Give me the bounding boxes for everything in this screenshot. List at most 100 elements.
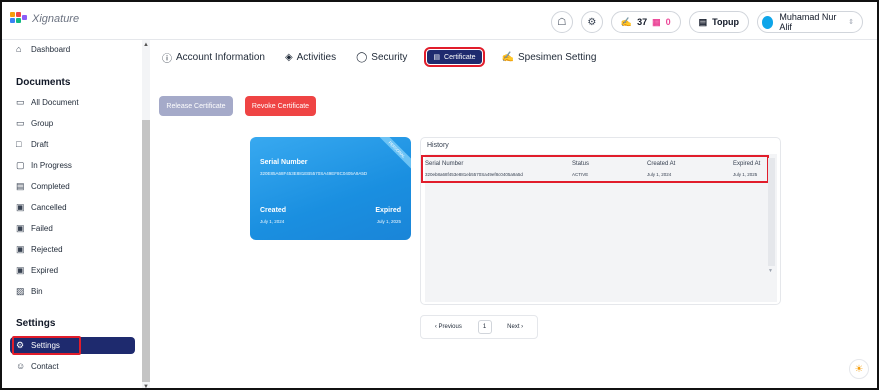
history-title: History xyxy=(427,142,449,149)
user-menu[interactable]: Muhamad Nur Alif ⇕ xyxy=(757,11,863,33)
documents-heading: Documents xyxy=(16,77,71,88)
rejected-icon: ▣ xyxy=(16,244,25,254)
stamp-count: 0 xyxy=(665,17,671,27)
shield-icon: ◯ xyxy=(356,51,368,63)
chevron-updown-icon: ⇕ xyxy=(848,19,854,26)
sidebar-item-completed[interactable]: ▤ Completed xyxy=(16,181,70,192)
sidebar-item-label: Rejected xyxy=(31,245,63,254)
scrollbar-thumb[interactable] xyxy=(768,158,775,266)
sidebar-item-label: Completed xyxy=(31,182,70,191)
document-icon: ▭ xyxy=(16,97,25,107)
bell-icon[interactable]: ☖ xyxy=(550,11,573,33)
sidebar-item-cancelled[interactable]: ▣ Cancelled xyxy=(16,202,67,213)
sidebar-item-contact[interactable]: ☺ Contact xyxy=(16,362,59,372)
tab-specimen-setting[interactable]: ✍ Spesimen Setting xyxy=(502,52,597,63)
created-label: Created xyxy=(260,207,287,214)
signature-icon: ✍ xyxy=(620,16,633,27)
page-number-button[interactable]: 1 xyxy=(477,320,492,334)
tab-security[interactable]: ◯ Security xyxy=(356,52,407,63)
failed-icon: ▣ xyxy=(16,223,25,233)
sidebar-item-failed[interactable]: ▣ Failed xyxy=(16,223,53,234)
created-value: July 1, 2024 xyxy=(260,219,285,224)
revoke-certificate-button[interactable]: Revoke Certificate xyxy=(245,96,316,116)
next-label: Next xyxy=(507,324,520,330)
gear-icon[interactable]: ⚙ xyxy=(580,11,603,33)
certificate-card: PERSONAL Serial Number 320E85A68F453E881… xyxy=(250,137,411,240)
home-icon: ⌂ xyxy=(16,44,22,54)
avatar xyxy=(762,15,774,29)
tab-account-information[interactable]: ⓘ Account Information xyxy=(162,50,265,65)
wallet-icon: ▤ xyxy=(698,16,708,27)
sidebar-item-bin[interactable]: ▨ Bin xyxy=(16,286,43,297)
progress-icon: ▢ xyxy=(16,160,25,170)
sidebar-item-group[interactable]: ▭ Group xyxy=(16,118,54,129)
quota-pill[interactable]: ✍ 37 ▦ 0 xyxy=(610,11,681,33)
highlight-box xyxy=(421,155,769,183)
folder-icon: ▭ xyxy=(16,118,25,128)
topup-button[interactable]: ▤ Topup xyxy=(688,11,749,33)
previous-label: Previous xyxy=(438,324,462,330)
sidebar-item-dashboard[interactable]: ⌂ Dashboard xyxy=(16,44,71,55)
release-certificate-button[interactable]: Release Certificate xyxy=(159,96,233,116)
app-frame: Xignature ☖ ⚙ ✍ 37 ▦ 0 ▤ Topup Muhamad N… xyxy=(0,0,879,390)
completed-icon: ▤ xyxy=(16,181,25,191)
settings-tabs: ⓘ Account Information ◈ Activities ◯ Sec… xyxy=(162,46,596,68)
info-icon: ⓘ xyxy=(162,53,172,65)
tab-label: Spesimen Setting xyxy=(518,51,597,63)
settings-heading: Settings xyxy=(16,318,56,329)
sidebar-item-in-progress[interactable]: ▢ In Progress xyxy=(16,160,72,171)
sidebar-item-label: Settings xyxy=(31,341,60,350)
stamp-icon: ▦ xyxy=(652,16,661,27)
sign-count: 37 xyxy=(637,17,648,27)
tab-certificate[interactable]: ▤ Certificate xyxy=(424,47,485,67)
user-name: Muhamad Nur Alif xyxy=(779,12,837,32)
tab-label: Security xyxy=(371,51,408,63)
expired-value: July 1, 2025 xyxy=(376,219,401,224)
sidebar-item-rejected[interactable]: ▣ Rejected xyxy=(16,244,63,255)
sidebar-item-label: Cancelled xyxy=(31,203,67,212)
previous-page-button[interactable]: ‹ Previous xyxy=(435,324,462,330)
personal-ribbon: PERSONAL xyxy=(373,137,411,174)
theme-toggle-sun-icon[interactable]: ☀ xyxy=(849,359,869,379)
next-page-button[interactable]: Next › xyxy=(507,324,523,330)
sidebar-item-label: Dashboard xyxy=(31,45,71,54)
sidebar-item-label: Contact xyxy=(31,362,59,371)
signature-icon: ✍ xyxy=(501,51,515,63)
sidebar-item-label: Failed xyxy=(31,224,53,233)
sidebar-item-label: All Document xyxy=(31,98,79,107)
cancelled-icon: ▣ xyxy=(16,202,25,212)
activity-icon: ◈ xyxy=(284,51,293,63)
sidebar-item-label: Group xyxy=(31,119,54,128)
scroll-up-icon[interactable]: ▲ xyxy=(143,42,149,48)
sidebar-item-label: Expired xyxy=(31,266,59,275)
expired-icon: ▣ xyxy=(16,265,25,275)
tab-label: Certificate xyxy=(444,53,476,61)
tab-label: Account Information xyxy=(176,51,265,63)
app-name: Xignature xyxy=(32,13,80,25)
sidebar-item-label: In Progress xyxy=(31,161,72,170)
sidebar-item-all-document[interactable]: ▭ All Document xyxy=(16,97,79,108)
history-scrollbar[interactable]: ▼ xyxy=(768,158,775,284)
gear-icon: ⚙ xyxy=(16,340,25,350)
sidebar-scrollbar[interactable]: ▲ ▼ xyxy=(142,40,150,388)
scrollbar-thumb[interactable] xyxy=(142,120,150,382)
sidebar-item-draft[interactable]: □ Draft xyxy=(16,139,49,150)
sidebar-item-expired[interactable]: ▣ Expired xyxy=(16,265,59,276)
certificate-icon: ▤ xyxy=(433,54,441,61)
topup-label: Topup xyxy=(712,17,739,27)
draft-icon: □ xyxy=(16,139,22,149)
pagination: ‹ Previous 1 Next › xyxy=(420,315,538,339)
scroll-down-icon[interactable]: ▼ xyxy=(143,384,149,388)
logo-mark-icon xyxy=(10,12,28,26)
sidebar: ⌂ Dashboard Documents ▭ All Document ▭ G… xyxy=(2,40,142,388)
scroll-down-icon[interactable]: ▼ xyxy=(768,268,773,274)
sidebar-item-label: Draft xyxy=(31,140,49,149)
serial-number-label: Serial Number xyxy=(260,159,308,166)
top-bar: Xignature ☖ ⚙ ✍ 37 ▦ 0 ▤ Topup Muhamad N… xyxy=(2,2,877,40)
app-logo[interactable]: Xignature xyxy=(10,12,79,26)
expired-label: Expired xyxy=(375,207,401,214)
sidebar-item-label: Bin xyxy=(31,287,43,296)
trash-icon: ▨ xyxy=(16,286,25,296)
tab-activities[interactable]: ◈ Activities xyxy=(285,52,336,63)
sidebar-item-settings[interactable]: ⚙ Settings xyxy=(16,340,60,351)
